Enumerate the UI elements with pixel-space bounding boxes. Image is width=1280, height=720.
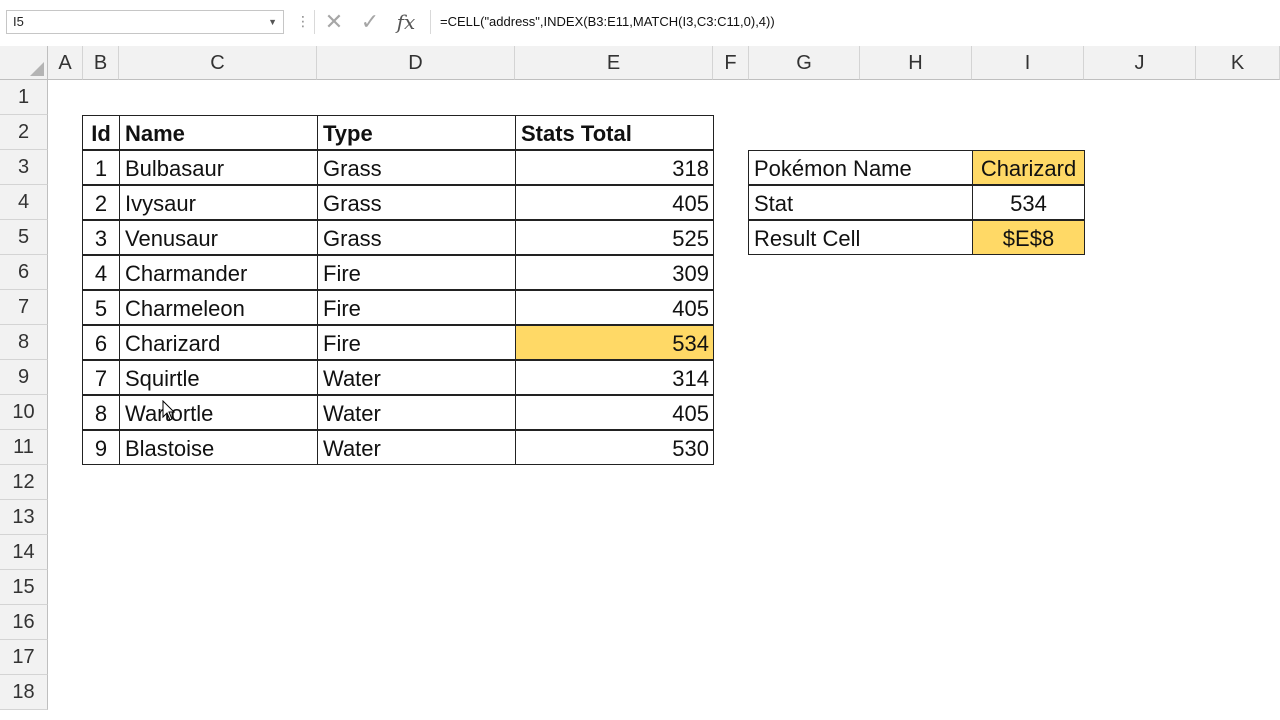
stats-cell[interactable]: 314 [515, 360, 714, 395]
row-header-11[interactable]: 11 [0, 430, 48, 465]
type-cell[interactable]: Grass [317, 150, 516, 185]
row-header-3[interactable]: 3 [0, 150, 48, 185]
type-cell[interactable]: Fire [317, 255, 516, 290]
type-cell[interactable]: Water [317, 360, 516, 395]
row-header-6[interactable]: 6 [0, 255, 48, 290]
stats-cell[interactable]: 309 [515, 255, 714, 290]
name-cell[interactable]: Charmander [119, 255, 318, 290]
row-header-4[interactable]: 4 [0, 185, 48, 220]
row-header-12[interactable]: 12 [0, 465, 48, 500]
cancel-icon[interactable]: ✕ [320, 8, 348, 36]
column-header-k[interactable]: K [1196, 46, 1280, 80]
pokemon-name-label[interactable]: Pokémon Name [748, 150, 973, 185]
column-header-g[interactable]: G [749, 46, 860, 80]
row-header-14[interactable]: 14 [0, 535, 48, 570]
type-cell[interactable]: Water [317, 395, 516, 430]
enter-icon[interactable]: ✓ [356, 8, 384, 36]
column-header-a[interactable]: A [48, 46, 83, 80]
id-cell[interactable]: 4 [82, 255, 120, 290]
row-header-13[interactable]: 13 [0, 500, 48, 535]
insert-function-icon[interactable]: fx [392, 8, 420, 36]
mouse-pointer-icon [162, 400, 176, 421]
column-header-b[interactable]: B [83, 46, 119, 80]
column-header-f[interactable]: F [713, 46, 749, 80]
row-header-1[interactable]: 1 [0, 80, 48, 115]
divider [314, 10, 315, 34]
name-cell[interactable]: Blastoise [119, 430, 318, 465]
result-cell-label[interactable]: Result Cell [748, 220, 973, 255]
name-cell[interactable]: Charmeleon [119, 290, 318, 325]
pokemon-name-input[interactable]: Charizard [972, 150, 1085, 185]
header-name-cell[interactable]: Name [119, 115, 318, 150]
name-box[interactable]: I5 ▼ [6, 10, 284, 34]
select-all-button[interactable] [0, 46, 48, 80]
name-cell[interactable]: Venusaur [119, 220, 318, 255]
name-cell[interactable]: Ivysaur [119, 185, 318, 220]
stat-label[interactable]: Stat [748, 185, 973, 220]
select-all-icon [30, 62, 44, 76]
id-cell[interactable]: 3 [82, 220, 120, 255]
id-cell[interactable]: 5 [82, 290, 120, 325]
row-header-8[interactable]: 8 [0, 325, 48, 360]
row-header-17[interactable]: 17 [0, 640, 48, 675]
stats-cell[interactable]: 530 [515, 430, 714, 465]
row-header-7[interactable]: 7 [0, 290, 48, 325]
formula-bar: I5 ▼ ⋮ ✕ ✓ fx =CELL("address",INDEX(B3:E… [0, 0, 1280, 47]
row-header-18[interactable]: 18 [0, 675, 48, 710]
formula-input[interactable]: =CELL("address",INDEX(B3:E11,MATCH(I3,C3… [430, 10, 1276, 34]
row-header-9[interactable]: 9 [0, 360, 48, 395]
drag-handle-icon[interactable]: ⋮ [296, 13, 310, 30]
stats-cell[interactable]: 405 [515, 395, 714, 430]
type-cell[interactable]: Fire [317, 290, 516, 325]
stats-cell[interactable]: 525 [515, 220, 714, 255]
column-header-i[interactable]: I [972, 46, 1084, 80]
stat-value[interactable]: 534 [972, 185, 1085, 220]
name-cell[interactable]: Squirtle [119, 360, 318, 395]
type-cell[interactable]: Grass [317, 220, 516, 255]
name-cell[interactable]: Wartortle [119, 395, 318, 430]
header-id-cell[interactable]: Id [82, 115, 120, 150]
row-header-5[interactable]: 5 [0, 220, 48, 255]
chevron-down-icon[interactable]: ▼ [268, 11, 277, 33]
column-header-h[interactable]: H [860, 46, 972, 80]
id-cell[interactable]: 6 [82, 325, 120, 360]
stats-cell[interactable]: 405 [515, 290, 714, 325]
header-stats-cell[interactable]: Stats Total [515, 115, 714, 150]
name-cell[interactable]: Charizard [119, 325, 318, 360]
type-cell[interactable]: Grass [317, 185, 516, 220]
stats-cell[interactable]: 318 [515, 150, 714, 185]
row-header-15[interactable]: 15 [0, 570, 48, 605]
type-cell[interactable]: Water [317, 430, 516, 465]
row-header-16[interactable]: 16 [0, 605, 48, 640]
id-cell[interactable]: 1 [82, 150, 120, 185]
id-cell[interactable]: 2 [82, 185, 120, 220]
id-cell[interactable]: 8 [82, 395, 120, 430]
stats-cell-highlighted[interactable]: 534 [515, 325, 714, 360]
column-header-c[interactable]: C [119, 46, 317, 80]
id-cell[interactable]: 9 [82, 430, 120, 465]
row-header-10[interactable]: 10 [0, 395, 48, 430]
result-cell-value[interactable]: $E$8 [972, 220, 1085, 255]
column-header-d[interactable]: D [317, 46, 515, 80]
row-header-2[interactable]: 2 [0, 115, 48, 150]
name-box-value: I5 [13, 14, 24, 29]
column-header-j[interactable]: J [1084, 46, 1196, 80]
id-cell[interactable]: 7 [82, 360, 120, 395]
header-type-cell[interactable]: Type [317, 115, 516, 150]
type-cell[interactable]: Fire [317, 325, 516, 360]
column-header-e[interactable]: E [515, 46, 713, 80]
name-cell[interactable]: Bulbasaur [119, 150, 318, 185]
stats-cell[interactable]: 405 [515, 185, 714, 220]
